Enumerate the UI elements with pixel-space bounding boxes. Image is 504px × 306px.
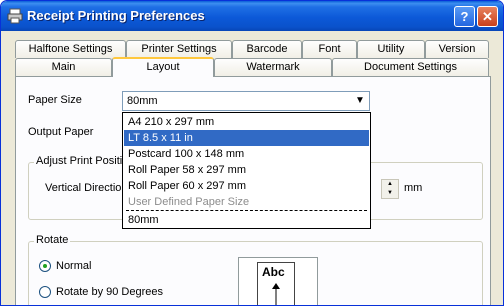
tab-printer-settings[interactable]: Printer Settings bbox=[126, 40, 232, 58]
rotate-normal-label[interactable]: Normal bbox=[56, 260, 91, 272]
vertical-direction-label: Vertical Direction bbox=[45, 182, 128, 194]
tab-layout[interactable]: Layout bbox=[112, 57, 214, 77]
option-postcard[interactable]: Postcard 100 x 148 mm bbox=[124, 146, 369, 162]
tab-version[interactable]: Version bbox=[425, 40, 489, 58]
close-button[interactable]: ✕ bbox=[477, 6, 498, 27]
paper-size-select[interactable]: 80mm ▼ bbox=[122, 91, 370, 111]
tab-main[interactable]: Main bbox=[15, 58, 112, 76]
paper-size-dropdown-list: A4 210 x 297 mm LT 8.5 x 11 in Postcard … bbox=[122, 112, 371, 229]
spin-up-icon[interactable]: ▲ bbox=[382, 180, 398, 189]
help-button[interactable]: ? bbox=[454, 6, 475, 27]
option-a4[interactable]: A4 210 x 297 mm bbox=[124, 114, 369, 130]
tab-halftone-settings[interactable]: Halftone Settings bbox=[15, 40, 126, 58]
dropdown-separator bbox=[126, 210, 367, 211]
preferences-window: Receipt Printing Preferences ? ✕ Halfton… bbox=[0, 0, 504, 306]
option-roll-58[interactable]: Roll Paper 58 x 297 mm bbox=[124, 162, 369, 178]
up-arrow-icon bbox=[272, 283, 280, 305]
tab-document-settings[interactable]: Document Settings bbox=[332, 58, 489, 76]
tab-watermark[interactable]: Watermark bbox=[214, 58, 332, 76]
spin-down-icon[interactable]: ▼ bbox=[382, 189, 398, 198]
paper-size-value: 80mm bbox=[127, 95, 158, 107]
option-80mm[interactable]: 80mm bbox=[124, 212, 369, 228]
preview-text: Abc bbox=[262, 265, 285, 279]
vertical-spinner[interactable]: ▲ ▼ bbox=[381, 179, 399, 199]
rotate-90-label[interactable]: Rotate by 90 Degrees bbox=[56, 286, 163, 298]
dropdown-arrow-icon[interactable]: ▼ bbox=[352, 93, 368, 109]
window-title: Receipt Printing Preferences bbox=[27, 8, 205, 23]
tab-font[interactable]: Font bbox=[302, 40, 357, 58]
option-letter[interactable]: LT 8.5 x 11 in bbox=[124, 130, 369, 146]
paper-size-label: Paper Size bbox=[28, 94, 82, 106]
preview-page: Abc bbox=[257, 262, 295, 305]
printer-icon bbox=[7, 8, 23, 24]
output-paper-label: Output Paper bbox=[28, 126, 94, 138]
rotation-preview: Abc bbox=[238, 257, 318, 305]
unit-label: mm bbox=[404, 182, 423, 194]
rotate-normal-radio[interactable] bbox=[39, 260, 51, 272]
tab-utility[interactable]: Utility bbox=[357, 40, 425, 58]
option-user-defined: User Defined Paper Size bbox=[128, 196, 250, 208]
rotate-title: Rotate bbox=[34, 234, 71, 246]
rotate-90-radio[interactable] bbox=[39, 286, 51, 298]
title-bar[interactable]: Receipt Printing Preferences ? ✕ bbox=[1, 1, 503, 31]
tab-barcode[interactable]: Barcode bbox=[232, 40, 302, 58]
option-roll-60[interactable]: Roll Paper 60 x 297 mm bbox=[124, 178, 369, 194]
